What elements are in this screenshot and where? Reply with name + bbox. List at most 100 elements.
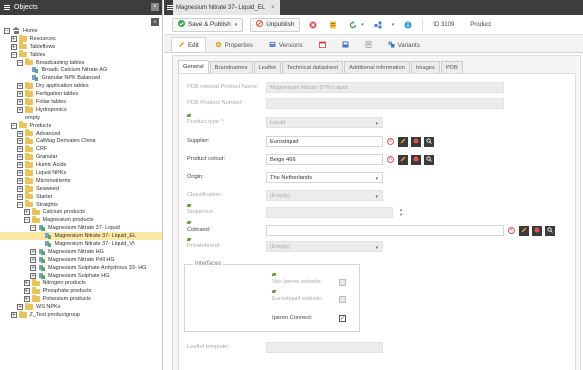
tree-item[interactable]: empty: [0, 114, 162, 122]
tree-item[interactable]: + Nitrogen products: [0, 279, 162, 288]
expand-toggle-icon[interactable]: +: [17, 304, 23, 311]
expand-toggle-icon[interactable]: +: [17, 138, 23, 145]
tree-item[interactable]: Granular NPK Balanced: [0, 74, 162, 82]
expand-toggle-icon[interactable]: +: [23, 288, 30, 295]
expand-toggle-icon[interactable]: +: [17, 177, 23, 184]
edit-relation-button[interactable]: [398, 137, 408, 147]
expand-toggle-icon[interactable]: +: [17, 162, 23, 169]
clear-icon[interactable]: ×: [387, 156, 394, 163]
save-publish-button[interactable]: Save & Publish ▾: [172, 17, 244, 32]
delete-icon[interactable]: [307, 19, 319, 31]
tab-variants[interactable]: Variants: [381, 38, 427, 52]
expand-toggle-icon[interactable]: +: [17, 193, 23, 200]
tree-item[interactable]: + Calcium products: [0, 208, 162, 216]
clear-icon[interactable]: ×: [387, 138, 394, 145]
expand-toggle-icon[interactable]: +: [23, 280, 30, 287]
edit-relation-button[interactable]: [519, 226, 529, 236]
expand-toggle-icon[interactable]: +: [17, 154, 23, 161]
tree-item[interactable]: + Magnesium Sulphate HG: [0, 272, 162, 280]
collapse-toggle-icon[interactable]: −: [23, 217, 30, 224]
collapse-toggle-icon[interactable]: −: [10, 122, 17, 129]
tree-item[interactable]: Magnesium Nitrate 37- Liquid_VI: [0, 240, 162, 248]
form-tab-pdb[interactable]: PDB: [440, 61, 463, 73]
form-tab-leaflet[interactable]: Leaflet: [253, 61, 281, 73]
tree-item[interactable]: + CalMag Derivates China: [0, 137, 162, 145]
collapse-toggle-icon[interactable]: −: [17, 201, 23, 208]
tree-item[interactable]: + Humic Acids: [0, 160, 162, 169]
expand-toggle-icon[interactable]: +: [17, 146, 23, 153]
edit-relation-button[interactable]: [398, 155, 408, 165]
tab-versions[interactable]: Versions: [262, 38, 310, 52]
unpublish-button[interactable]: Unpublish: [250, 17, 301, 32]
tree-item[interactable]: + Dry application tables: [0, 82, 162, 90]
expand-toggle-icon[interactable]: +: [17, 130, 23, 137]
tree-item[interactable]: − Magnesium Nitrate 37- Liquid: [0, 224, 162, 232]
tree-item[interactable]: + Foliar tables: [0, 97, 162, 106]
tree-item[interactable]: + Micronutrients: [0, 176, 162, 185]
expand-toggle-icon[interactable]: +: [17, 106, 23, 113]
tree-item[interactable]: − Straights: [0, 200, 162, 209]
expand-toggle-icon[interactable]: +: [10, 43, 17, 50]
expand-toggle-icon[interactable]: +: [23, 209, 30, 216]
chevron-down-icon[interactable]: ▾: [361, 22, 364, 28]
tab-schedule[interactable]: [312, 38, 333, 52]
expand-toggle-icon[interactable]: +: [30, 248, 36, 255]
collapse-toggle-icon[interactable]: −: [4, 27, 10, 34]
share-icon[interactable]: [372, 19, 384, 31]
form-tab-images[interactable]: Images: [410, 61, 440, 73]
tree-item[interactable]: − Home: [0, 27, 162, 35]
clear-icon[interactable]: ×: [508, 227, 515, 234]
chevron-down-icon[interactable]: ▾: [235, 22, 238, 28]
tab-properties[interactable]: Properties: [208, 38, 260, 52]
expand-toggle-icon[interactable]: +: [30, 264, 36, 271]
tree-item[interactable]: + Tableflows: [0, 42, 162, 51]
tree-item[interactable]: + Hydroponics: [0, 105, 162, 114]
tab-notes[interactable]: [358, 38, 379, 52]
tree-item[interactable]: − Magnesium products: [0, 216, 162, 224]
sequence-stepper[interactable]: ▲ ▼: [398, 207, 404, 218]
product-colour-field[interactable]: Beige 466: [266, 154, 383, 165]
form-tab-general[interactable]: General: [178, 60, 209, 73]
tree-item[interactable]: + WS NPKs: [0, 302, 162, 311]
search-relation-button[interactable]: [545, 226, 555, 236]
expand-toggle-icon[interactable]: +: [10, 312, 17, 318]
tree-item[interactable]: Magnesium Nitrate 37- Liquid_EL: [0, 232, 162, 241]
menu-icon[interactable]: [4, 4, 10, 11]
expand-toggle-icon[interactable]: +: [30, 256, 36, 263]
tree-item[interactable]: + CRF: [0, 145, 162, 153]
tree-item[interactable]: + Magnesium Nitrate HG: [0, 248, 162, 256]
reload-icon[interactable]: [347, 19, 359, 31]
form-tab-brandnames[interactable]: Brandnames: [209, 61, 253, 73]
expand-toggle-icon[interactable]: +: [17, 185, 23, 192]
expand-toggle-icon[interactable]: +: [17, 91, 23, 98]
remove-relation-button[interactable]: [411, 137, 421, 147]
expand-toggle-icon[interactable]: +: [30, 272, 36, 279]
tree-item[interactable]: − Broadcasting tables: [0, 58, 162, 67]
notes-icon[interactable]: [327, 19, 339, 31]
tree-item[interactable]: + Magnesium Sulphate Anhydrous 33- HG: [0, 264, 162, 272]
info-icon[interactable]: [402, 19, 414, 31]
search-relation-button[interactable]: [424, 137, 434, 147]
tree-item[interactable]: + Granular: [0, 153, 162, 161]
collapse-toggle-icon[interactable]: −: [17, 59, 23, 66]
cobrand-field[interactable]: [266, 225, 504, 236]
iperen-connect-checkbox[interactable]: ✓: [339, 315, 346, 322]
document-tab[interactable]: Magnesium Nitrate 37- Liquid_EL ×: [173, 0, 280, 15]
tree-item[interactable]: + Liquid NPKs: [0, 168, 162, 177]
tree-item[interactable]: + Fertigation tables: [0, 89, 162, 98]
tree-item[interactable]: Broadc Calcium Nitrate AG: [0, 66, 162, 74]
tree-item[interactable]: + Z_Test productgroup: [0, 310, 162, 319]
tree-item[interactable]: + Resources: [0, 34, 162, 43]
origin-select[interactable]: The Netherlands ▾: [266, 172, 383, 183]
tree-item[interactable]: + Potassium products: [0, 295, 162, 303]
tree-item[interactable]: + Magnesium Nitrate Prill HG: [0, 256, 162, 264]
remove-relation-button[interactable]: [411, 155, 421, 165]
collapse-toggle-icon[interactable]: −: [10, 51, 17, 58]
close-icon[interactable]: ×: [151, 3, 159, 11]
collapse-panel-icon[interactable]: «: [151, 18, 159, 26]
form-tab-technical-datasheet[interactable]: Technical datasheet: [281, 61, 344, 73]
expand-toggle-icon[interactable]: +: [17, 83, 23, 90]
tab-dependencies[interactable]: [335, 38, 356, 52]
tree-item[interactable]: + Phosphate products: [0, 287, 162, 295]
supplier-field[interactable]: Eurostiquid: [266, 136, 383, 147]
